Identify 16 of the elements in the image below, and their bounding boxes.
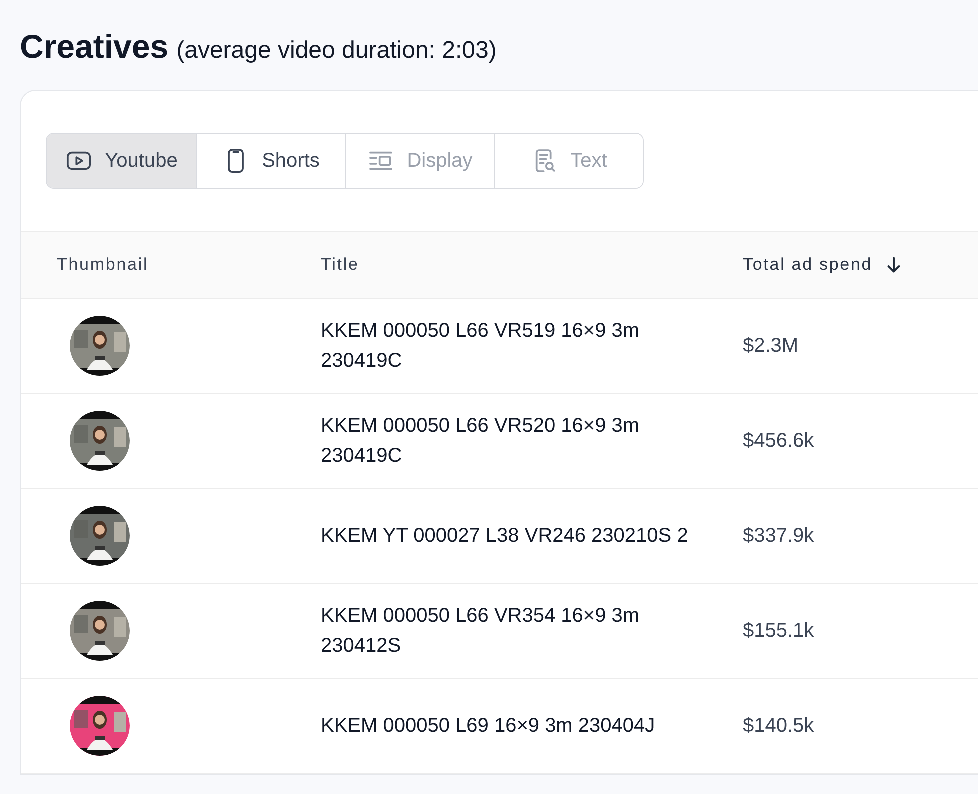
column-header: Title [321,254,360,276]
ad-spend: $456.6k [743,428,814,454]
page-subtitle: (average video duration: 2:03) [176,36,497,66]
creative-title: KKEM 000050 L69 16×9 3m 230404J [321,714,656,738]
ad-spend: $155.1k [743,618,814,644]
creative-title: KKEM 000050 L66 VR519 16×9 3m 230419C [321,318,641,374]
creative-title: KKEM YT 000027 L38 VR246 230210S 2 [321,524,690,548]
column-header: Thumbnail [57,254,149,276]
column-header[interactable]: Total ad spend [743,252,873,278]
creative-title: KKEM 000050 L66 VR520 16×9 3m 230419C [321,414,641,468]
tab[interactable]: Youtube [47,134,196,188]
ad-spend: $140.5k [743,714,814,738]
page-title: Creatives [20,27,169,67]
ad-spend: $337.9k [743,524,814,548]
ad-spend: $2.3M [743,334,799,358]
creative-title: KKEM 000050 L66 VR354 16×9 3m 230412S [321,604,641,658]
